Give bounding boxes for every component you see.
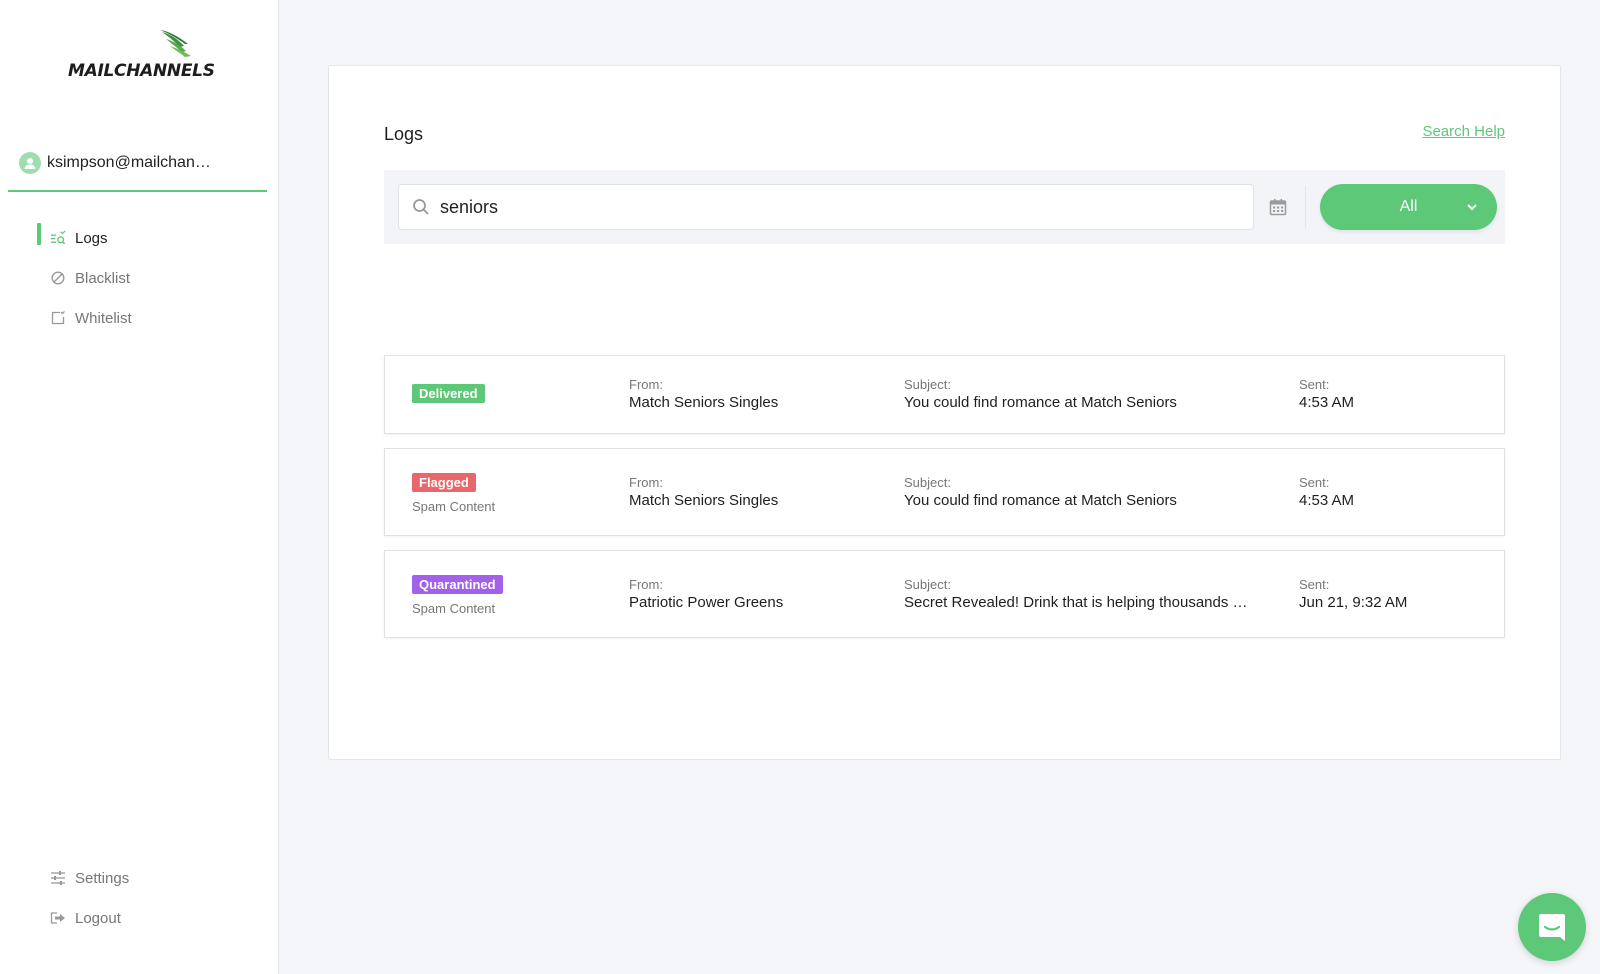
sidebar-item-label: Blacklist xyxy=(75,269,131,287)
sent-value: Jun 21, 9:32 AM xyxy=(1299,594,1408,611)
subject-label: Subject: xyxy=(904,377,951,392)
sent-label: Sent: xyxy=(1299,577,1330,592)
brand-name: MAILCHANNELS xyxy=(68,61,215,81)
subject-label: Subject: xyxy=(904,577,951,592)
search-toolbar: All xyxy=(384,170,1505,244)
from-value: Match Seniors Singles xyxy=(629,394,779,411)
toolbar-divider xyxy=(1305,186,1306,228)
sidebar-item-whitelist[interactable]: Whitelist xyxy=(0,298,279,338)
subject-label: Subject: xyxy=(904,475,951,490)
sent-label: Sent: xyxy=(1299,475,1330,490)
sidebar-item-label: Settings xyxy=(75,869,130,887)
from-label: From: xyxy=(629,577,663,592)
from-value: Patriotic Power Greens xyxy=(629,594,784,611)
sent-column: Sent: 4:53 AM xyxy=(1299,475,1479,511)
sliders-icon xyxy=(50,870,66,886)
search-help-link[interactable]: Search Help xyxy=(1422,123,1505,140)
logout-icon xyxy=(50,910,66,926)
sidebar: MAILCHANNELS ksimpson@mailchann… Logs Bl… xyxy=(0,0,279,974)
sidebar-nav: Logs Blacklist Whitelist xyxy=(0,218,279,338)
log-row[interactable]: Quarantined Spam Content From: Patriotic… xyxy=(384,550,1505,638)
chevron-down-icon xyxy=(1467,204,1477,211)
sidebar-item-blacklist[interactable]: Blacklist xyxy=(0,258,279,298)
page-title: Logs xyxy=(384,124,424,144)
status-badge: Quarantined xyxy=(412,575,503,594)
status-filter-dropdown[interactable]: All xyxy=(1320,184,1497,230)
search-field[interactable] xyxy=(398,184,1254,230)
from-label: From: xyxy=(629,377,663,392)
status-reason: Spam Content xyxy=(412,601,496,616)
subject-value: You could find romance at Match Seniors xyxy=(904,394,1177,411)
sent-value: 4:53 AM xyxy=(1299,394,1355,411)
logs-icon xyxy=(50,230,66,246)
from-label: From: xyxy=(629,475,663,490)
from-column: From: Match Seniors Singles xyxy=(629,475,879,511)
status-badge: Flagged xyxy=(412,473,476,492)
chat-launcher-button[interactable] xyxy=(1518,893,1586,961)
user-email: ksimpson@mailchann… xyxy=(47,154,217,171)
wing-logo-icon xyxy=(160,30,191,57)
subject-column: Subject: You could find romance at Match… xyxy=(904,377,1266,413)
sent-column: Sent: 4:53 AM xyxy=(1299,377,1479,413)
log-row[interactable]: Delivered From: Match Seniors Singles Su… xyxy=(384,355,1505,434)
from-value: Match Seniors Singles xyxy=(629,492,779,509)
subject-value: You could find romance at Match Seniors xyxy=(904,492,1177,509)
user-avatar-icon xyxy=(19,152,41,174)
checkbox-icon xyxy=(50,310,66,326)
subject-column: Subject: You could find romance at Match… xyxy=(904,475,1266,511)
sent-label: Sent: xyxy=(1299,377,1330,392)
status-badge: Delivered xyxy=(412,384,485,403)
calendar-icon[interactable] xyxy=(1269,198,1287,216)
subject-column: Subject: Secret Revealed! Drink that is … xyxy=(904,577,1266,613)
sidebar-bottom-nav: Settings Logout xyxy=(0,858,279,938)
status-reason: Spam Content xyxy=(412,499,496,514)
filter-label: All xyxy=(1399,198,1418,215)
from-column: From: Patriotic Power Greens xyxy=(629,577,879,613)
sent-value: 4:53 AM xyxy=(1299,492,1355,509)
user-account[interactable]: ksimpson@mailchann… xyxy=(8,146,267,192)
sidebar-item-logout[interactable]: Logout xyxy=(0,898,279,938)
search-input[interactable] xyxy=(440,196,1240,218)
from-column: From: Match Seniors Singles xyxy=(629,377,879,413)
search-icon xyxy=(413,199,429,215)
logs-panel: Logs Search Help All xyxy=(328,65,1561,760)
log-row[interactable]: Flagged Spam Content From: Match Seniors… xyxy=(384,448,1505,536)
sent-column: Sent: Jun 21, 9:32 AM xyxy=(1299,577,1479,613)
sidebar-item-settings[interactable]: Settings xyxy=(0,858,279,898)
sidebar-item-logs[interactable]: Logs xyxy=(0,218,279,258)
sidebar-item-label: Logout xyxy=(75,909,121,927)
subject-value: Secret Revealed! Drink that is helping t… xyxy=(904,594,1248,611)
chat-icon xyxy=(1539,914,1565,941)
blocked-icon xyxy=(50,270,66,286)
sidebar-item-label: Logs xyxy=(75,229,108,247)
sidebar-item-label: Whitelist xyxy=(75,309,132,327)
brand-logo[interactable]: MAILCHANNELS xyxy=(68,30,218,90)
